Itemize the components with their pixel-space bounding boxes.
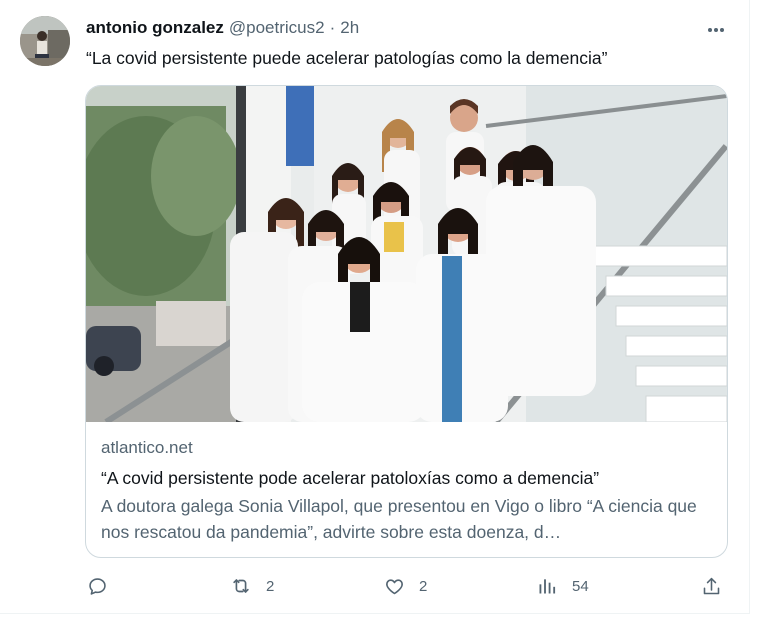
card-body: atlantico.net “A covid persistente pode … bbox=[101, 436, 713, 545]
author-handle[interactable]: @poetricus2 bbox=[229, 18, 325, 38]
retweet-button[interactable]: 2 bbox=[230, 574, 274, 598]
action-bar: 2 2 54 bbox=[86, 574, 726, 598]
reply-button[interactable] bbox=[86, 574, 122, 598]
card-title: “A covid persistente pode acelerar patol… bbox=[101, 468, 600, 488]
card-image[interactable] bbox=[86, 86, 727, 422]
link-card[interactable]: atlantico.net “A covid persistente pode … bbox=[85, 85, 728, 558]
views-count: 54 bbox=[572, 577, 589, 595]
timestamp[interactable]: 2h bbox=[340, 18, 359, 38]
author-name[interactable]: antonio gonzalez bbox=[86, 18, 224, 38]
tweet-article[interactable]: antonio gonzalez @poetricus2 · 2h “La co… bbox=[0, 0, 750, 614]
like-count: 2 bbox=[419, 577, 428, 595]
avatar[interactable] bbox=[20, 16, 70, 66]
tweet-text: “La covid persistente puede acelerar pat… bbox=[86, 48, 608, 68]
more-options-icon[interactable] bbox=[705, 19, 727, 41]
views-button[interactable]: 54 bbox=[536, 574, 589, 598]
tweet-header: antonio gonzalez @poetricus2 · 2h bbox=[86, 18, 689, 40]
share-button[interactable] bbox=[700, 574, 722, 598]
card-description: A doutora galega Sonia Villapol, que pre… bbox=[101, 496, 697, 542]
reply-icon bbox=[86, 575, 108, 597]
retweet-count: 2 bbox=[266, 577, 275, 595]
share-icon bbox=[700, 575, 722, 597]
card-domain: atlantico.net bbox=[101, 438, 193, 457]
separator-dot: · bbox=[329, 18, 336, 37]
heart-icon bbox=[383, 575, 405, 597]
retweet-icon bbox=[230, 575, 252, 597]
like-button[interactable]: 2 bbox=[383, 574, 427, 598]
views-icon bbox=[536, 575, 558, 597]
